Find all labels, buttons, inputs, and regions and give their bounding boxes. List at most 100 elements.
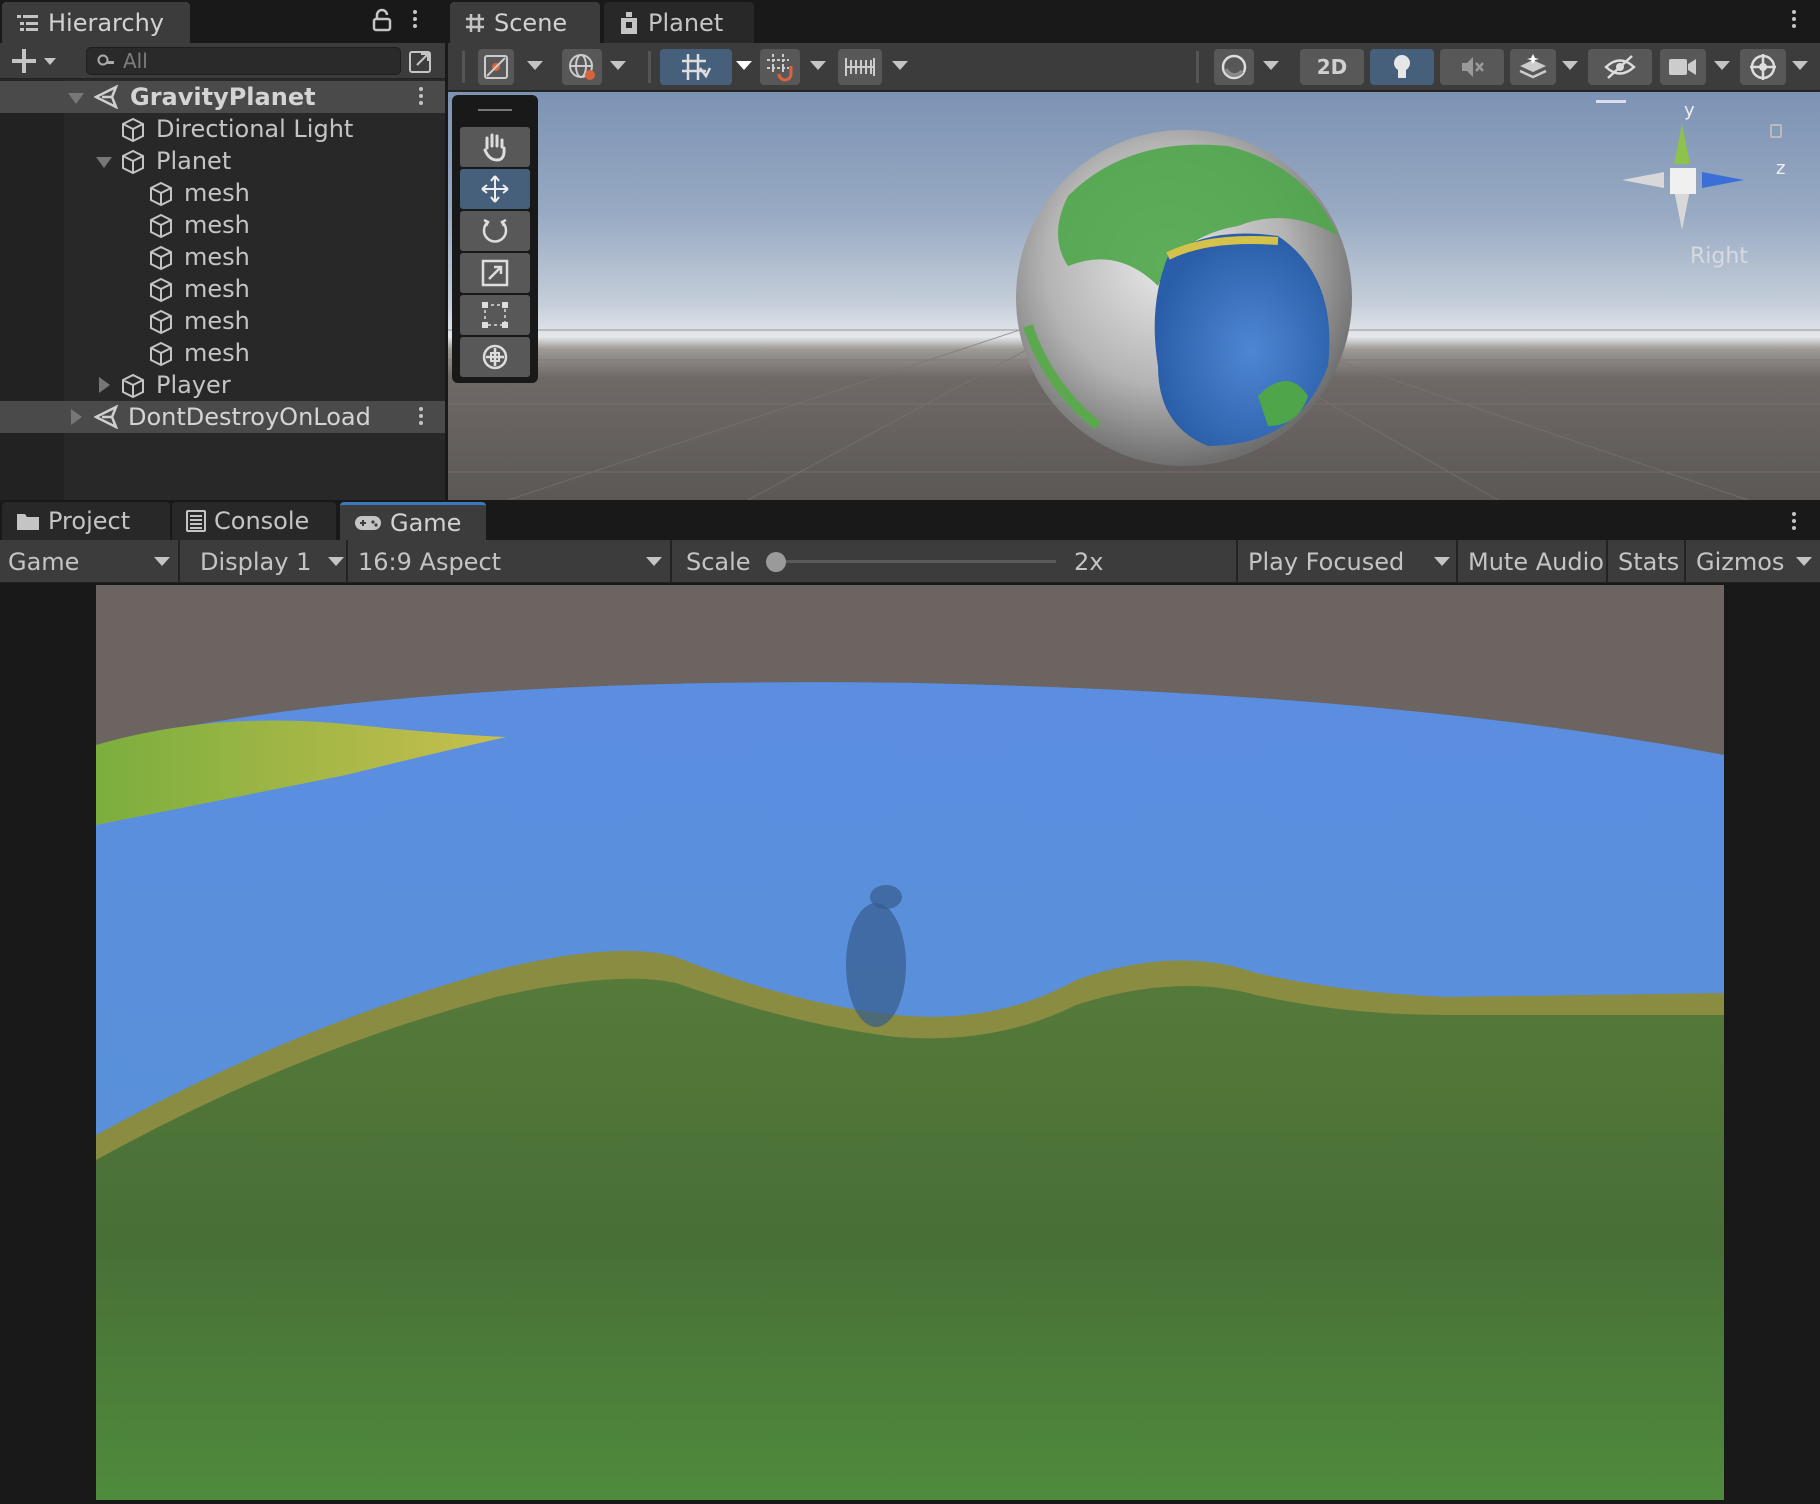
- stats-button[interactable]: Stats: [1610, 540, 1686, 583]
- scene-menu-icon[interactable]: [419, 407, 423, 428]
- collapse-arrow-icon[interactable]: [71, 409, 82, 425]
- play-mode-dropdown[interactable]: Play Focused: [1240, 540, 1458, 583]
- mute-audio-label: Mute Audio: [1468, 547, 1604, 576]
- hierarchy-item-mesh[interactable]: mesh: [0, 241, 445, 273]
- effects-button[interactable]: [1510, 49, 1556, 85]
- scale-slider-thumb[interactable]: [766, 552, 786, 572]
- chevron-down-icon[interactable]: [1562, 61, 1578, 70]
- hierarchy-item-gravityplanet[interactable]: GravityPlanet: [0, 81, 445, 113]
- scene-menu-icon[interactable]: [419, 87, 423, 108]
- hierarchy-search-input[interactable]: All: [86, 47, 401, 75]
- scale-slider-track[interactable]: [766, 552, 1056, 572]
- chevron-down-icon[interactable]: [892, 61, 908, 70]
- transform-icon: [480, 342, 510, 372]
- gizmo-lock-icon[interactable]: [1770, 124, 1782, 138]
- aspect-value: 16:9 Aspect: [358, 547, 502, 576]
- grid-snapping-button[interactable]: [660, 49, 732, 85]
- gizmo-view-label: Right: [1690, 244, 1748, 269]
- hierarchy-item-mesh[interactable]: mesh: [0, 273, 445, 305]
- lock-icon[interactable]: [372, 8, 392, 32]
- tab-game[interactable]: Game: [340, 502, 486, 540]
- tab-console[interactable]: Console: [172, 502, 336, 540]
- hierarchy-item-planet[interactable]: Planet: [0, 145, 445, 177]
- game-panel: Project Console Game Game Display 1 16:9…: [0, 500, 1820, 1504]
- palette-grip: [478, 109, 512, 111]
- prefab-icon: [618, 10, 640, 36]
- scene-viewport[interactable]: y z Right: [448, 92, 1820, 500]
- scene-visibility-icon[interactable]: [408, 48, 434, 74]
- lighting-toggle-button[interactable]: [1370, 49, 1434, 85]
- expand-arrow-icon[interactable]: [68, 93, 84, 104]
- add-icon[interactable]: [12, 49, 56, 73]
- ruler-button[interactable]: [838, 49, 882, 85]
- scale-control: Scale 2x: [674, 540, 1238, 583]
- chevron-down-icon[interactable]: [610, 61, 626, 70]
- scene-menu-icon[interactable]: [1792, 10, 1796, 31]
- chevron-down-icon[interactable]: [1792, 61, 1808, 70]
- tab-project[interactable]: Project: [2, 502, 170, 540]
- hierarchy-item-label: mesh: [184, 243, 250, 271]
- increment-snapping-button[interactable]: [760, 49, 800, 85]
- scene-visibility-button[interactable]: [1588, 49, 1652, 85]
- orientation-gizmo[interactable]: [1620, 112, 1760, 252]
- hierarchy-item-mesh[interactable]: mesh: [0, 305, 445, 337]
- tab-console-label: Console: [214, 507, 310, 535]
- transform-tool-button[interactable]: [460, 337, 530, 377]
- hierarchy-item-mesh[interactable]: mesh: [0, 337, 445, 369]
- move-tool-button[interactable]: [460, 169, 530, 209]
- chevron-down-icon: [154, 557, 170, 566]
- hierarchy-item-dontdestroyonload[interactable]: DontDestroyOnLoad: [0, 401, 445, 433]
- gizmos-label: Gizmos: [1696, 547, 1785, 576]
- rotate-tool-button[interactable]: [460, 211, 530, 251]
- eye-hidden-icon: [1604, 54, 1636, 80]
- scene-panel: Scene Planet 2D y z Right: [448, 0, 1820, 500]
- hand-tool-button[interactable]: [460, 127, 530, 167]
- hierarchy-toolbar: All: [0, 43, 445, 79]
- game-menu-icon[interactable]: [1792, 512, 1796, 533]
- rect-tool-button[interactable]: [460, 295, 530, 335]
- hierarchy-item-mesh[interactable]: mesh: [0, 209, 445, 241]
- audio-toggle-button[interactable]: [1440, 49, 1504, 85]
- tab-scene[interactable]: Scene: [450, 2, 600, 43]
- chevron-down-icon[interactable]: [736, 61, 752, 70]
- scene-tabbar: Scene Planet: [448, 0, 1820, 43]
- gizmos-button[interactable]: Gizmos: [1688, 540, 1820, 583]
- aspect-dropdown[interactable]: 16:9 Aspect: [350, 540, 672, 583]
- shading-mode-button[interactable]: [1214, 49, 1254, 85]
- hierarchy-item-label: GravityPlanet: [130, 83, 316, 111]
- gameobject-cube-icon: [120, 149, 146, 175]
- chevron-down-icon[interactable]: [527, 61, 543, 70]
- chevron-down-icon: [328, 557, 344, 566]
- collapse-arrow-icon[interactable]: [99, 377, 110, 393]
- toolbar-grip: [1196, 51, 1199, 83]
- tab-planet-prefab[interactable]: Planet: [604, 2, 754, 43]
- gizmos-button[interactable]: [1740, 49, 1786, 85]
- game-view[interactable]: [96, 585, 1724, 1500]
- hierarchy-item-mesh[interactable]: mesh: [0, 177, 445, 209]
- view-mode-dropdown[interactable]: Game: [0, 540, 180, 583]
- view-mode-value: Game: [8, 547, 80, 576]
- tab-hierarchy[interactable]: Hierarchy: [2, 2, 190, 43]
- chevron-down-icon[interactable]: [1714, 61, 1730, 70]
- expand-arrow-icon[interactable]: [96, 157, 112, 168]
- display-value: Display 1: [200, 547, 312, 576]
- chevron-down-icon[interactable]: [1263, 61, 1279, 70]
- scale-tool-button[interactable]: [460, 253, 530, 293]
- scale-icon: [480, 258, 510, 288]
- search-icon: [97, 54, 115, 68]
- hierarchy-item-directional-light[interactable]: Directional Light: [0, 113, 445, 145]
- hierarchy-tabbar: Hierarchy: [0, 0, 445, 43]
- chevron-down-icon[interactable]: [810, 61, 826, 70]
- toggle-2d-button[interactable]: 2D: [1300, 49, 1364, 85]
- display-dropdown[interactable]: Display 1: [182, 540, 348, 583]
- camera-button[interactable]: [1660, 49, 1706, 85]
- hierarchy-item-label: mesh: [184, 179, 250, 207]
- stats-label: Stats: [1618, 547, 1680, 576]
- hierarchy-item-player[interactable]: Player: [0, 369, 445, 401]
- draw-mode-button[interactable]: [478, 49, 514, 85]
- hierarchy-menu-icon[interactable]: [413, 10, 417, 31]
- mute-audio-button[interactable]: Mute Audio: [1460, 540, 1608, 583]
- chevron-down-icon: [1796, 557, 1812, 566]
- gameobject-cube-icon: [120, 117, 146, 143]
- global-local-button[interactable]: [562, 49, 602, 85]
